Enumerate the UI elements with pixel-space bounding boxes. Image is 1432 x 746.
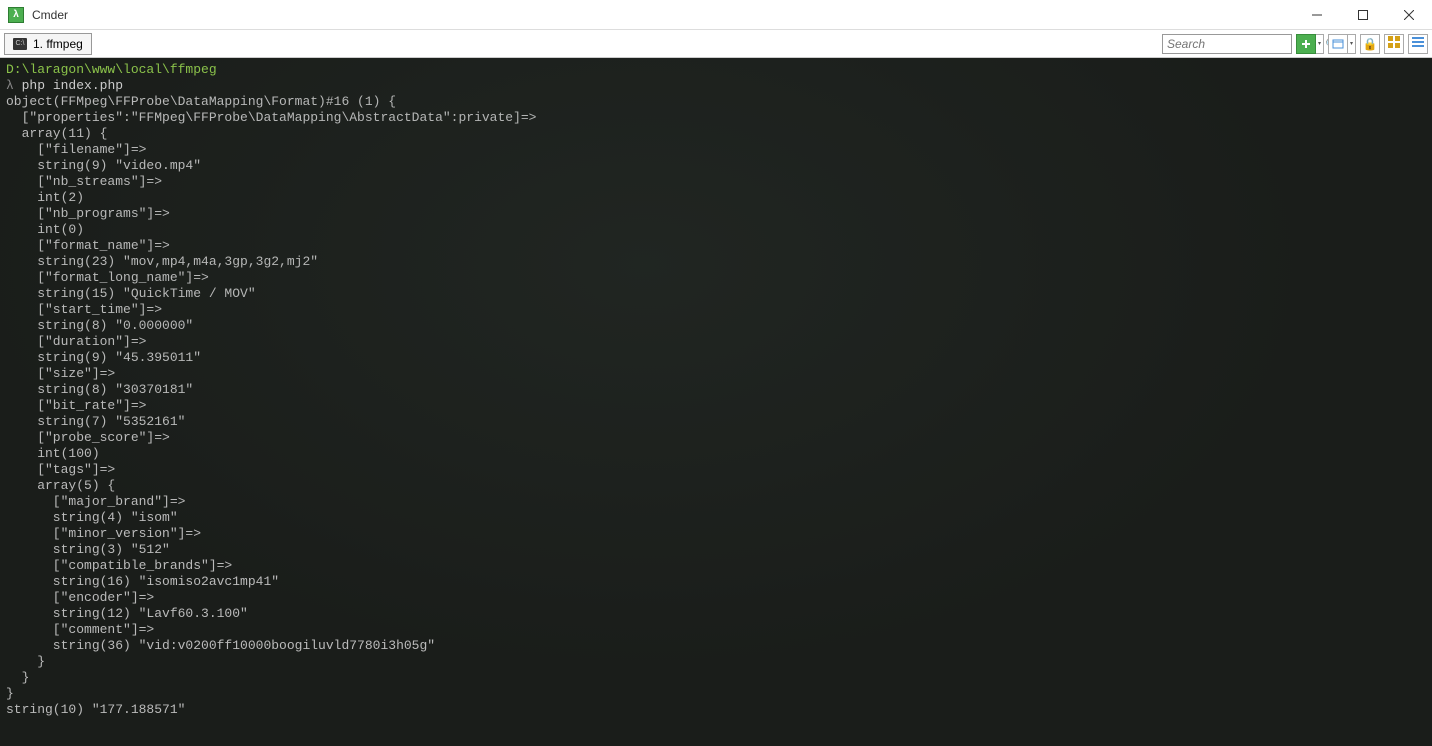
window-options-dropdown[interactable]: ▾ — [1348, 34, 1356, 54]
new-console-button[interactable] — [1296, 34, 1316, 54]
current-directory: D:\laragon\www\local\ffmpeg — [6, 62, 217, 77]
search-box[interactable]: 🔍 — [1162, 34, 1292, 54]
new-console-dropdown[interactable]: ▾ — [1316, 34, 1324, 54]
window-titlebar: λ Cmder — [0, 0, 1432, 30]
menu-icon — [1411, 35, 1425, 52]
grid-icon — [1387, 35, 1401, 52]
prompt-symbol: λ — [6, 78, 14, 93]
menu-button[interactable] — [1408, 34, 1428, 54]
window-title: Cmder — [32, 8, 68, 22]
maximize-button[interactable] — [1340, 0, 1386, 30]
show-tabs-button[interactable] — [1384, 34, 1404, 54]
tab-bar: C:\ 1. ffmpeg 🔍 ▾ ▾ 🔒 — [0, 30, 1432, 58]
terminal-panel[interactable]: D:\laragon\www\local\ffmpeg λ php index.… — [0, 58, 1432, 746]
tab-label: 1. ffmpeg — [33, 37, 83, 51]
close-button[interactable] — [1386, 0, 1432, 30]
console-icon: C:\ — [13, 38, 27, 50]
command-text: php index.php — [22, 78, 123, 93]
minimize-button[interactable] — [1294, 0, 1340, 30]
terminal-output: object(FFMpeg\FFProbe\DataMapping\Format… — [6, 94, 537, 717]
window-options-button[interactable] — [1328, 34, 1348, 54]
lock-button[interactable]: 🔒 — [1360, 34, 1380, 54]
console-tab[interactable]: C:\ 1. ffmpeg — [4, 33, 92, 55]
app-icon: λ — [8, 7, 24, 23]
